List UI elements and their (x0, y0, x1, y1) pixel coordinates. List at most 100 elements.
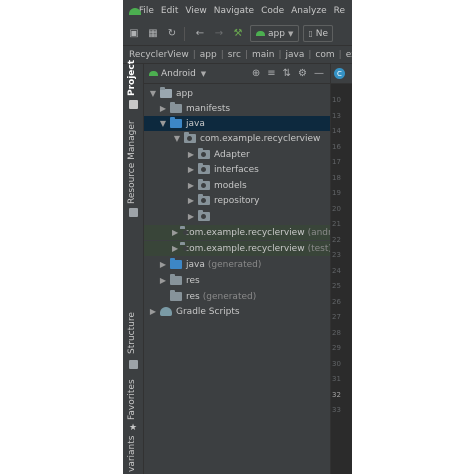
android-icon (149, 71, 158, 76)
line-number: 29 (332, 344, 341, 352)
tree-item-manifests[interactable]: ▶ manifests (144, 101, 330, 116)
run-configuration-select[interactable]: app ▼ (250, 25, 300, 42)
editor-tab[interactable]: C (331, 64, 352, 84)
tree-item-label: com.example.recyclerview (184, 227, 305, 238)
tree-item-interfaces[interactable]: ▶ interfaces (144, 162, 330, 177)
tree-item-app[interactable]: ▼ app (144, 86, 330, 101)
breadcrumb-separator: | (192, 49, 196, 60)
chevron-down-icon[interactable]: ▼ (158, 119, 168, 128)
line-number: 13 (332, 111, 341, 120)
line-number: 18 (332, 173, 341, 182)
line-number: 30 (332, 359, 341, 368)
expand-all-icon[interactable]: ≡ (267, 68, 275, 79)
chevron-right-icon[interactable]: ▶ (158, 276, 168, 285)
breadcrumb-item[interactable]: exa (346, 50, 352, 60)
chevron-right-icon[interactable]: ▶ (158, 260, 168, 269)
chevron-right-icon[interactable]: ▶ (186, 212, 196, 221)
chevron-right-icon[interactable]: ▶ (186, 165, 196, 174)
tree-item-java[interactable]: ▼ java (144, 116, 330, 131)
tree-item-adapter[interactable]: ▶ Adapter (144, 147, 330, 162)
code-editor[interactable]: C 10 13 14 16 17 18 19 20 21 22 23 24 25 26 27 28 29 30 31… (330, 64, 352, 474)
main-toolbar: ▣ ▦ ↻ ← → ⚒ app ▼ ▯ Ne (123, 22, 352, 46)
menu-file[interactable]: File (139, 6, 154, 16)
breadcrumb-item[interactable]: app (200, 50, 217, 60)
chevron-right-icon[interactable]: ▶ (186, 196, 196, 205)
chevron-down-icon: ▼ (287, 29, 294, 38)
menu-refactor[interactable]: Re (334, 6, 345, 16)
tree-item-package-test[interactable]: ▶ com.example.recyclerview (test) (144, 241, 332, 256)
menu-bar: File Edit View Navigate Code Analyze Re (123, 0, 352, 22)
line-number: 32 (332, 390, 341, 399)
favorites-star-icon: ★ (129, 423, 138, 433)
project-view-select[interactable]: Android ▼ (149, 69, 206, 79)
tree-item-suffix: (generated) (207, 259, 262, 270)
sync-icon[interactable]: ↻ (164, 26, 180, 42)
tree-item-label: com.example.recyclerview (200, 133, 321, 144)
tree-item-gradle-scripts[interactable]: ▶ Gradle Scripts (144, 304, 330, 319)
generated-source-folder-icon (170, 258, 182, 269)
chevron-right-icon[interactable]: ▶ (186, 181, 196, 190)
tree-item-repository[interactable]: ▶ repository (144, 193, 330, 208)
gear-icon[interactable]: ⚙ (298, 68, 307, 79)
menu-edit[interactable]: Edit (161, 6, 178, 16)
back-arrow-icon[interactable]: ← (192, 26, 208, 42)
save-all-icon[interactable]: ▦ (145, 26, 161, 42)
menu-code[interactable]: Code (261, 6, 284, 16)
tree-item-models[interactable]: ▶ models (144, 178, 330, 193)
tree-item-suffix: (generated) (202, 291, 257, 302)
build-variants-tool-tab[interactable]: variants (127, 436, 137, 472)
chevron-right-icon[interactable]: ▶ (172, 228, 178, 237)
tree-item-java-generated[interactable]: ▶ java (generated) (144, 257, 330, 272)
android-icon (256, 31, 265, 36)
menu-navigate[interactable]: Navigate (214, 6, 254, 16)
breadcrumb-item[interactable]: java (286, 50, 305, 60)
structure-tool-tab[interactable]: Structure (127, 312, 137, 354)
android-studio-window: File Edit View Navigate Code Analyze Re … (123, 0, 352, 474)
tree-item-label: Gradle Scripts (176, 306, 240, 317)
line-number: 25 (332, 282, 341, 290)
breadcrumb-item[interactable]: com (315, 50, 334, 60)
tree-item-res[interactable]: ▶ res (144, 273, 330, 288)
line-number: 28 (332, 328, 341, 337)
resources-folder-icon (170, 290, 182, 301)
breadcrumb-item[interactable]: src (228, 50, 241, 60)
device-select[interactable]: ▯ Ne (303, 25, 334, 42)
chevron-right-icon[interactable]: ▶ (148, 307, 158, 316)
chevron-right-icon[interactable]: ▶ (158, 104, 168, 113)
tree-item-package-main[interactable]: ▼ com.example.recyclerview (144, 131, 330, 146)
breadcrumb-item[interactable]: RecyclerView (129, 50, 189, 60)
gradle-elephant-icon (160, 307, 172, 316)
locate-file-icon[interactable]: ⊕ (252, 68, 260, 79)
menu-analyze[interactable]: Analyze (291, 6, 326, 16)
make-project-hammer-icon[interactable]: ⚒ (230, 26, 246, 42)
resources-folder-icon (170, 274, 182, 285)
menu-view[interactable]: View (185, 6, 206, 16)
chevron-right-icon[interactable]: ▶ (186, 150, 196, 159)
forward-arrow-icon[interactable]: → (211, 26, 227, 42)
tree-item-package-android-test[interactable]: ▶ com.example.recyclerview (andro (144, 225, 337, 240)
project-tool-tab[interactable]: Project (127, 60, 137, 96)
package-icon (198, 210, 210, 221)
tree-item-label: manifests (186, 103, 231, 114)
breadcrumb-item[interactable]: main (252, 50, 275, 60)
favorites-tool-tab[interactable]: Favorites (127, 379, 137, 420)
tree-item-label: java (186, 118, 205, 129)
tree-item-package-unlabeled[interactable]: ▶ (144, 209, 330, 224)
chevron-down-icon: ▼ (200, 69, 207, 78)
tree-item-res-generated[interactable]: res (generated) (144, 289, 330, 304)
source-folder-icon (170, 117, 182, 128)
open-folder-icon[interactable]: ▣ (126, 26, 142, 42)
breadcrumb-separator: | (244, 49, 248, 60)
line-number: 14 (332, 127, 341, 135)
folder-icon (170, 102, 182, 113)
chevron-down-icon[interactable]: ▼ (172, 134, 182, 143)
android-studio-logo-icon (128, 5, 141, 17)
chevron-right-icon[interactable]: ▶ (172, 244, 178, 253)
device-icon: ▯ (308, 29, 313, 38)
line-number: 10 (332, 96, 341, 104)
hide-panel-icon[interactable]: — (314, 68, 324, 79)
collapse-all-icon[interactable]: ⇅ (283, 68, 291, 79)
chevron-down-icon[interactable]: ▼ (148, 89, 158, 98)
resource-manager-tool-tab[interactable]: Resource Manager (127, 120, 137, 204)
package-icon (184, 132, 196, 143)
